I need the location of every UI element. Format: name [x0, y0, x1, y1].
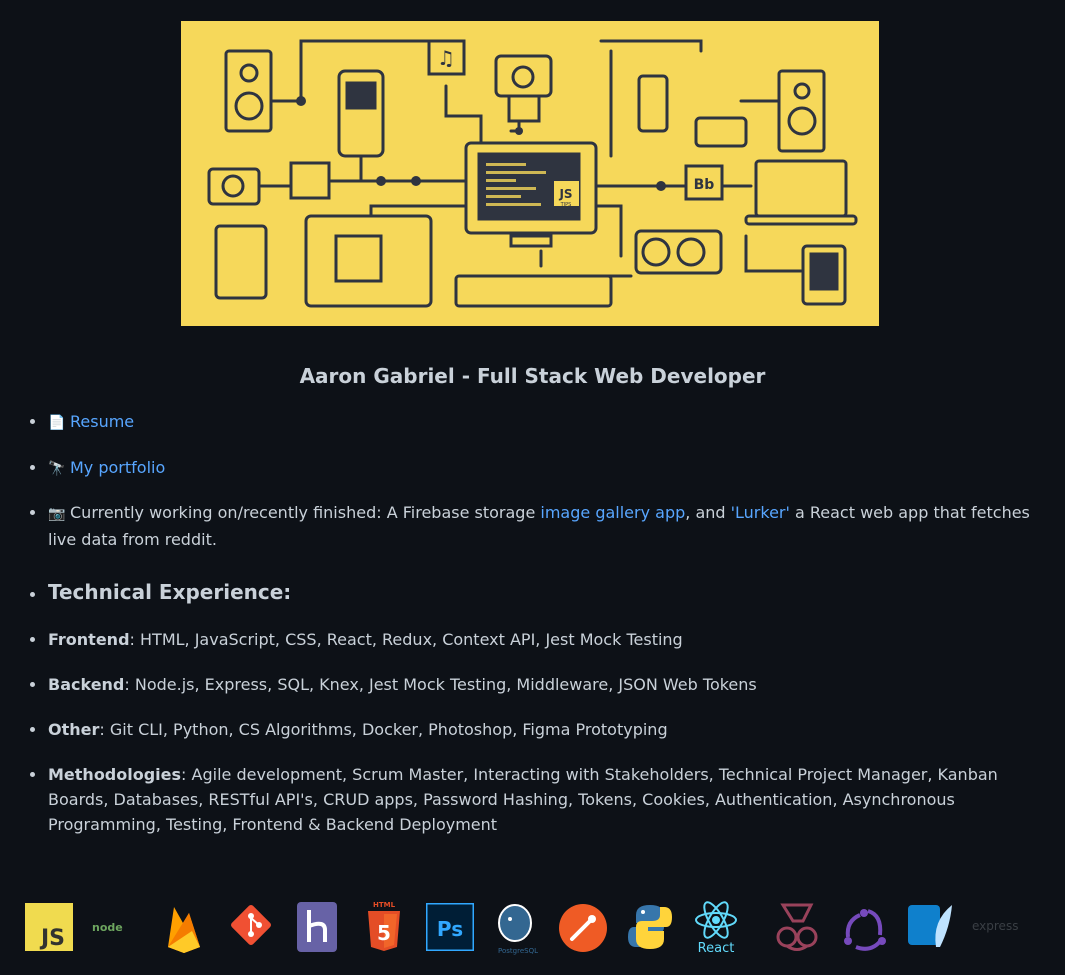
tech-label: Other [48, 720, 100, 739]
banner-js-label: JS [558, 187, 572, 201]
jest-icon [773, 901, 821, 953]
tech-icons-row: JS node HTML 5 Ps PostgreSQL React expres… [0, 895, 1065, 960]
page-icon: 📄 [48, 415, 66, 431]
postgresql-icon: PostgreSQL [493, 903, 543, 955]
portfolio-link[interactable]: My portfolio [70, 458, 165, 477]
image-gallery-link[interactable]: image gallery app [540, 503, 685, 522]
express-icon: express [972, 915, 1032, 939]
tech-text: : Node.js, Express, SQL, Knex, Jest Mock… [124, 675, 757, 694]
page-title: Aaron Gabriel - Full Stack Web Developer [299, 364, 766, 388]
list-item-portfolio: 🔭 My portfolio [30, 455, 1048, 482]
svg-text:node: node [92, 921, 123, 934]
banner-bb-label: Bb [694, 177, 715, 193]
resume-link[interactable]: Resume [70, 412, 134, 431]
sqlite-icon [906, 901, 956, 951]
tech-label: Methodologies [48, 765, 182, 784]
redux-icon [838, 901, 890, 953]
current-work-middle: , and [685, 503, 731, 522]
list-item-resume: 📄 Resume [30, 409, 1048, 436]
svg-text:Ps: Ps [437, 917, 463, 941]
current-work-prefix: Currently working on/recently finished: … [70, 503, 541, 522]
list-item-current-work: 📷 Currently working on/recently finished:… [30, 500, 1048, 552]
svg-text:React: React [698, 941, 735, 956]
git-icon [226, 900, 276, 950]
photoshop-icon: Ps [426, 903, 474, 951]
svg-text:express: express [972, 919, 1018, 933]
telescope-icon: 🔭 [48, 461, 66, 477]
svg-text:5: 5 [377, 921, 391, 945]
svg-text:PostgreSQL: PostgreSQL [498, 947, 538, 955]
lurker-link[interactable]: 'Lurker' [731, 503, 790, 522]
tech-item-other: Other: Git CLI, Python, CS Algorithms, D… [30, 717, 1048, 742]
nodejs-icon: node [92, 917, 142, 937]
html5-icon: HTML 5 [366, 899, 402, 953]
heroku-icon [297, 902, 337, 952]
camera-icon: 📷 [48, 506, 66, 522]
banner-js-sub-label: TIPS [560, 202, 572, 208]
svg-text:JS: JS [39, 926, 65, 951]
postman-icon [558, 903, 608, 953]
header-banner-image: JS TIPS Bb ♫ [181, 21, 879, 326]
firebase-icon [165, 903, 203, 953]
tech-text: : HTML, JavaScript, CSS, React, Redux, C… [129, 630, 683, 649]
svg-text:HTML: HTML [373, 901, 396, 909]
react-icon: React [693, 900, 739, 956]
tech-item-frontend: Frontend: HTML, JavaScript, CSS, React, … [30, 627, 1048, 652]
tech-label: Frontend [48, 630, 130, 649]
tech-text: : Git CLI, Python, CS Algorithms, Docker… [99, 720, 668, 739]
svg-text:♫: ♫ [437, 46, 455, 70]
python-icon [628, 903, 672, 951]
tech-label: Backend [48, 675, 125, 694]
tech-item-methodologies: Methodologies: Agile development, Scrum … [30, 762, 1038, 837]
tech-item-backend: Backend: Node.js, Express, SQL, Knex, Je… [30, 672, 1048, 697]
tech-text: : Agile development, Scrum Master, Inter… [48, 765, 998, 834]
section-heading-technical-experience: Technical Experience: [30, 580, 1048, 605]
javascript-icon: JS [25, 903, 73, 951]
